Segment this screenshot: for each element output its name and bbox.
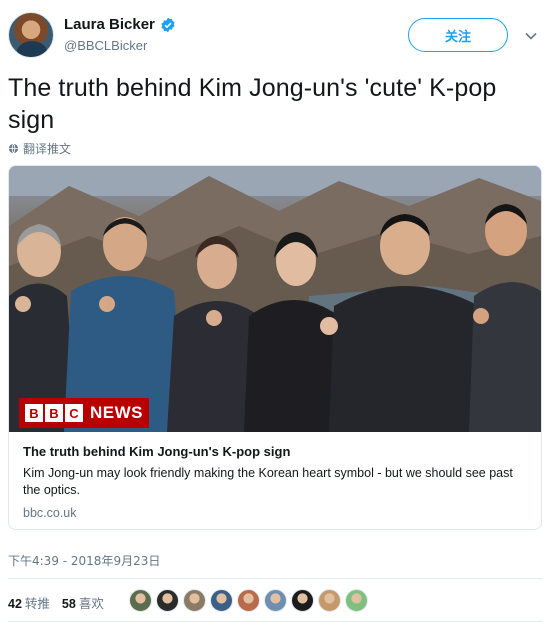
bbc-news-logo: B B C NEWS (19, 398, 149, 428)
tweet-stats: 42 转推 58 喜欢 (8, 593, 104, 612)
liker-avatar-5[interactable] (237, 589, 260, 612)
card-description: Kim Jong-un may look friendly making the… (23, 466, 513, 497)
liker-avatar-3[interactable] (183, 589, 206, 612)
liker-avatar-7[interactable] (291, 589, 314, 612)
translate-tweet-link[interactable]: 翻译推文 (8, 140, 71, 157)
divider (8, 578, 542, 579)
tweet-timestamp[interactable]: 下午4:39 - 2018年9月23日 (8, 552, 160, 569)
card-photo[interactable]: B B C NEWS (9, 166, 541, 432)
user-name-block[interactable]: Laura Bicker @BBCLBicker (64, 16, 176, 53)
user-handle[interactable]: @BBCLBicker (64, 38, 176, 53)
liker-avatar-4[interactable] (210, 589, 233, 612)
liker-avatar-9[interactable] (345, 589, 368, 612)
verified-badge-icon (160, 17, 176, 33)
tweet-text: The truth behind Kim Jong-un's 'cute' K-… (8, 74, 497, 134)
user-avatar[interactable] (8, 12, 54, 58)
card-title[interactable]: The truth behind Kim Jong-un's K-pop sig… (23, 444, 527, 459)
liker-avatar-2[interactable] (156, 589, 179, 612)
tweet-header: Laura Bicker @BBCLBicker 关注 (8, 12, 542, 62)
chevron-down-icon[interactable] (524, 29, 538, 43)
display-name[interactable]: Laura Bicker (64, 16, 155, 33)
card-body[interactable]: The truth behind Kim Jong-un's K-pop sig… (9, 432, 541, 529)
photo-scene (9, 166, 541, 432)
divider (8, 621, 542, 622)
liker-avatar-6[interactable] (264, 589, 287, 612)
liker-avatar-8[interactable] (318, 589, 341, 612)
liker-avatar-1[interactable] (129, 589, 152, 612)
link-preview-card[interactable]: B B C NEWS The truth behind Kim Jong-un'… (8, 165, 542, 530)
card-domain: bbc.co.uk (23, 506, 77, 520)
translate-label[interactable]: 翻译推文 (23, 140, 71, 157)
liker-avatars (129, 589, 368, 612)
follow-button[interactable]: 关注 (408, 18, 508, 52)
globe-icon (8, 143, 19, 154)
retweet-stat[interactable]: 42 转推 (8, 593, 50, 612)
like-stat[interactable]: 58 喜欢 (62, 593, 104, 612)
